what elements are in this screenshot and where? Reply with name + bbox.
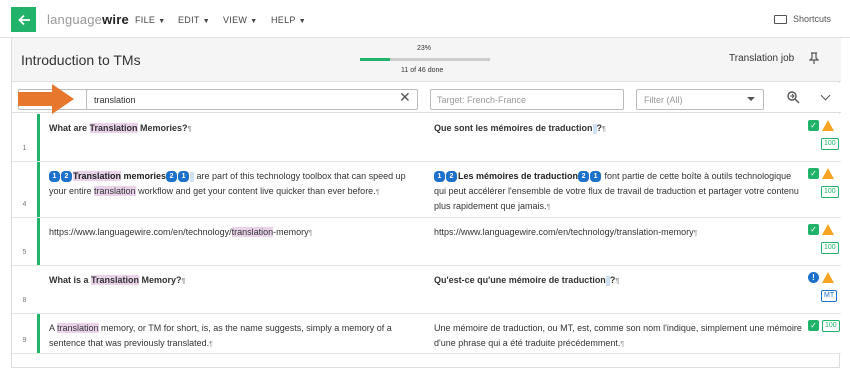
source-text[interactable]: https://www.languagewire.com/en/technolo… — [49, 225, 421, 241]
inline-tag: 1 — [178, 171, 190, 183]
segment-status-bar — [37, 218, 40, 265]
info-icon[interactable]: ! — [808, 272, 819, 283]
clear-search-icon[interactable]: ✕ — [399, 89, 411, 106]
keyboard-icon — [773, 14, 787, 24]
match-badge: 100 — [821, 186, 839, 198]
arrow-left-icon — [17, 14, 30, 25]
segment-row[interactable]: 4 1 2 Translation memories 2 1 are part of t… — [12, 162, 841, 218]
inline-tag: 2 — [446, 171, 457, 183]
search-highlight: Translation — [89, 123, 138, 133]
caret-down-icon: ▼ — [250, 18, 258, 25]
filter-bar: ID translation ✕ Target: French-France F… — [12, 83, 841, 113]
progress-percent: 23% — [417, 45, 432, 52]
inline-tag: 2 — [61, 171, 72, 183]
search-highlight: Translation — [91, 275, 140, 285]
search-highlight: Translation — [73, 171, 122, 181]
search-highlight: translation — [94, 186, 136, 196]
inline-tag: 2 — [578, 171, 590, 183]
job-header: Introduction to TMs 23% 11 of 46 done Tr… — [12, 38, 841, 82]
source-search-input[interactable]: translation — [86, 89, 418, 110]
warning-icon[interactable] — [822, 120, 834, 131]
warning-icon[interactable] — [822, 272, 834, 283]
confirmed-check-icon[interactable]: ✓ — [808, 224, 819, 235]
editor-panel: Introduction to TMs 23% 11 of 46 done Tr… — [11, 38, 841, 368]
progress-count: 11 of 46 done — [401, 67, 444, 74]
expand-chevron-icon[interactable] — [820, 90, 831, 101]
menu-help[interactable]: HELP ▼ — [271, 15, 306, 25]
target-text[interactable]: https://www.languagewire.com/en/technolo… — [434, 225, 804, 241]
menu-edit[interactable]: EDIT ▼ — [178, 15, 210, 25]
annotation-arrow-icon — [18, 84, 74, 114]
search-highlight: translation — [231, 227, 274, 237]
top-bar: languagewire FILE ▼ EDIT ▼ VIEW ▼ HELP ▼ Sho… — [0, 0, 850, 38]
inline-tag: 2 — [166, 171, 178, 183]
caret-down-icon: ▼ — [298, 18, 306, 25]
job-type: Translation job — [729, 53, 795, 64]
pin-icon[interactable] — [808, 52, 820, 67]
source-text[interactable]: What are Translation Memories?¶ — [49, 121, 421, 137]
match-badge: 100 — [821, 138, 839, 150]
segment-row[interactable]: 9 A translation memory, or TM for short,… — [12, 314, 841, 354]
confirmed-check-icon[interactable]: ✓ — [808, 168, 819, 179]
segment-number: 5 — [22, 249, 27, 256]
target-text[interactable]: Que sont les mémoires de traduction ?¶ — [434, 121, 804, 137]
match-badge: 100 — [822, 320, 840, 332]
confirmed-check-icon[interactable]: ✓ — [808, 120, 819, 131]
inline-tag: 1 — [590, 171, 602, 183]
segment-status-bar — [37, 114, 40, 161]
target-search-input[interactable]: Target: French-France — [430, 89, 624, 110]
segment-row[interactable]: 1 What are Translation Memories?¶ Que so… — [12, 114, 841, 162]
progress-fill — [360, 58, 390, 61]
segment-status-bar — [37, 162, 40, 217]
menu-file[interactable]: FILE ▼ — [135, 15, 165, 25]
logo: languagewire — [47, 12, 129, 27]
shortcuts-button[interactable]: Shortcuts — [773, 14, 831, 24]
chevron-down-icon — [747, 97, 755, 101]
segment-number: 4 — [22, 201, 27, 208]
match-badge: MT — [821, 290, 838, 302]
segment-number: 8 — [22, 297, 27, 304]
warning-icon[interactable] — [822, 168, 834, 179]
caret-down-icon: ▼ — [202, 18, 210, 25]
caret-down-icon: ▼ — [158, 18, 166, 25]
source-text[interactable]: What is a Translation Memory?¶ — [49, 273, 421, 289]
page-title: Introduction to TMs — [21, 52, 141, 68]
menu-view[interactable]: VIEW ▼ — [223, 15, 257, 25]
inline-tag: 1 — [49, 171, 60, 183]
segment-number: 9 — [22, 337, 27, 344]
source-text[interactable]: 1 2 Translation memories 2 1 are part of thi… — [49, 169, 421, 200]
match-badge: 100 — [821, 242, 839, 254]
segment-status-bar — [37, 314, 40, 353]
segment-row[interactable]: 8 What is a Translation Memory?¶ Qu'est-… — [12, 266, 841, 314]
segment-list: 1 What are Translation Memories?¶ Que so… — [12, 114, 841, 354]
back-button[interactable] — [11, 7, 36, 32]
confirmed-check-icon[interactable]: ✓ — [808, 320, 819, 331]
segment-row[interactable]: 5 https://www.languagewire.com/en/techno… — [12, 218, 841, 266]
progress-bar — [360, 58, 490, 61]
find-replace-icon[interactable] — [786, 90, 800, 107]
status-filter-select[interactable]: Filter (All) — [636, 89, 764, 110]
warning-icon[interactable] — [822, 224, 834, 235]
search-highlight: translation — [57, 323, 99, 333]
inline-tag: 1 — [434, 171, 445, 183]
segment-number: 1 — [22, 145, 27, 152]
source-text[interactable]: A translation memory, or TM for short, i… — [49, 321, 421, 352]
target-text[interactable]: 1 2 Les mémoires de traduction 2 1 font part… — [434, 169, 804, 215]
target-text[interactable]: Une mémoire de traduction, ou MT, est, c… — [434, 321, 804, 352]
target-text[interactable]: Qu'est-ce qu'une mémoire de traduction ?¶ — [434, 273, 804, 289]
